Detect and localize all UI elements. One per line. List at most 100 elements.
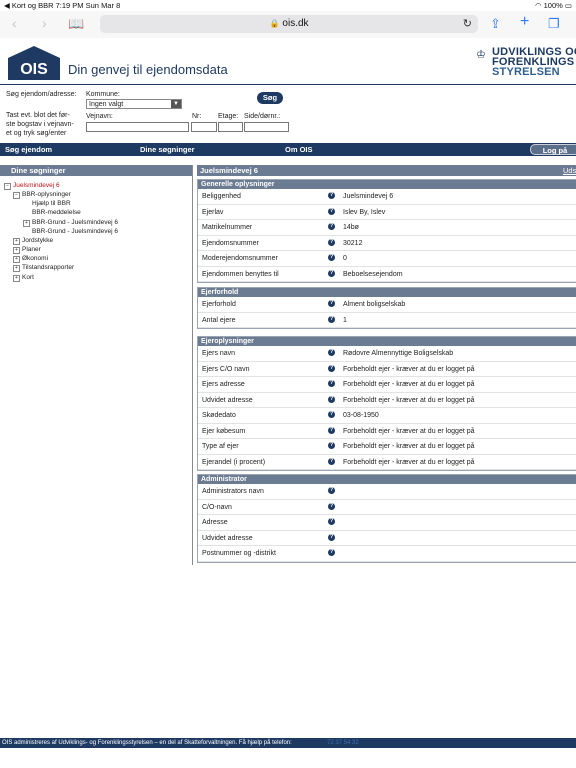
tree-toggle[interactable]: + (13, 247, 20, 254)
logo-text: OIS (20, 61, 48, 78)
vejnavn-input[interactable] (86, 122, 189, 132)
row-value: 14bø (343, 224, 359, 231)
sidebar-title: Dine søgninger (0, 165, 192, 176)
back-icon[interactable]: ‹ (12, 15, 17, 31)
tabs-icon[interactable]: ❐ (548, 16, 560, 32)
tree-label: BBR-oplysninger (22, 191, 71, 198)
help-icon[interactable]: ? (328, 518, 335, 525)
help-icon[interactable]: ? (328, 487, 335, 494)
etage-input[interactable] (218, 122, 243, 132)
tree-label: Juelsmindevej 6 (13, 182, 60, 189)
row-label: Ejerforhold (202, 301, 236, 308)
info-row: Ejers adresse? Forbeholdt ejer - kræver a… (198, 377, 576, 393)
tree-item[interactable]: − Juelsmindevej 6 (4, 182, 60, 190)
row-label: Skødedato (202, 412, 236, 419)
row-label: Ejendomsnummer (202, 239, 259, 247)
tree-toggle[interactable]: − (13, 192, 20, 199)
row-label: Antal ejere (202, 316, 236, 324)
sidebar-divider (192, 165, 193, 565)
kommune-select[interactable]: Ingen valgt ▼ (86, 99, 182, 109)
tree-toggle[interactable]: + (23, 220, 30, 227)
tree-item[interactable]: + Økonomi (13, 255, 48, 263)
tree-item[interactable]: + Kort (13, 274, 34, 282)
info-row: Skødedato? 03-08-1950 (198, 408, 576, 424)
property-title: Juelsmindevej 6 (200, 166, 258, 175)
tree-item[interactable]: BBR-meddelelse (32, 209, 81, 216)
new-tab-icon[interactable]: + (520, 13, 529, 31)
help-icon[interactable]: ? (328, 395, 335, 403)
print-link[interactable]: Uds (563, 165, 576, 176)
tree-item[interactable]: Hjælp til BBR (32, 200, 71, 207)
help-icon[interactable]: ? (328, 442, 335, 449)
tree-item[interactable]: + BBR-Grund - Juelsmindevej 6 (23, 219, 118, 227)
help-icon[interactable]: ? (328, 502, 335, 510)
info-row: Beliggenhed? Juelsmindevej 6 (198, 189, 576, 205)
row-label: Adresse (202, 519, 228, 526)
help-icon[interactable]: ? (328, 349, 335, 356)
reload-icon[interactable]: ↻ (463, 17, 472, 30)
tree-toggle[interactable]: + (13, 275, 20, 282)
info-row: Ejendommen benyttes til? Beboelsesejendom (198, 267, 576, 282)
tree-toggle[interactable]: + (13, 265, 20, 272)
help-icon[interactable]: ? (328, 238, 335, 246)
help-icon[interactable]: ? (328, 380, 335, 387)
row-label: Moderejendomsnummer (202, 255, 278, 262)
menu-om-ois[interactable]: Om OIS (285, 145, 313, 154)
address-bar[interactable]: 🔒 ois.dk ↻ (100, 15, 478, 33)
section-ejerforhold: Ejerforhold Ejerforhold? Alment boligsels… (197, 287, 576, 329)
help-icon[interactable]: ? (328, 269, 335, 277)
help-icon[interactable]: ? (328, 426, 335, 434)
footer-phone-link[interactable]: 72 37 54 32 (327, 738, 359, 748)
search-button[interactable]: Søg (257, 92, 283, 104)
nr-input[interactable] (191, 122, 217, 132)
tree-item[interactable]: + Planer (13, 246, 41, 254)
help-icon[interactable]: ? (328, 457, 335, 465)
help-icon[interactable]: ? (328, 549, 335, 556)
side-label: Side/dørnr.: (244, 113, 281, 120)
wifi-icon: ◠ (534, 1, 544, 10)
help-icon[interactable]: ? (328, 411, 335, 418)
info-row: Ejerandel (i procent)? Forbeholdt ejer - … (198, 455, 576, 470)
help-icon[interactable]: ? (328, 364, 335, 372)
info-row: Adresse? (198, 515, 576, 531)
row-value: Beboelsesejendom (343, 270, 403, 278)
help-icon[interactable]: ? (328, 254, 335, 261)
row-value: Forbeholdt ejer - kræver at du er logget… (343, 443, 475, 450)
help-icon[interactable]: ? (328, 533, 335, 541)
help-icon[interactable]: ? (328, 223, 335, 230)
help-icon[interactable]: ? (328, 207, 335, 215)
forward-icon[interactable]: › (42, 15, 47, 31)
section-administrator: Administrator Administrators navn? C/O-n… (197, 474, 576, 563)
tree-label: Jordstykke (22, 237, 54, 244)
share-icon[interactable]: ⇪ (490, 16, 501, 32)
menu-sog-ejendom[interactable]: Søg ejendom (5, 145, 52, 154)
ois-logo[interactable]: OIS (6, 44, 62, 80)
side-input[interactable] (244, 122, 289, 132)
tree-item[interactable]: − BBR-oplysninger (13, 191, 71, 199)
etage-label: Etage: (218, 113, 239, 120)
tree-item[interactable]: + Tilstandsrapporter (13, 264, 74, 272)
tree-toggle[interactable]: + (13, 238, 20, 245)
tree-label: BBR-meddelelse (32, 209, 81, 216)
help-icon[interactable]: ? (328, 192, 335, 199)
row-label: Udvidet adresse (202, 534, 253, 542)
bookmarks-icon[interactable]: 📖 (68, 16, 84, 32)
help-icon[interactable]: ? (328, 315, 335, 323)
row-value: 1 (343, 316, 347, 324)
section-title: Administrator (198, 475, 576, 484)
row-label: Ejerandel (i procent) (202, 458, 266, 466)
tree-item[interactable]: BBR-Grund - Juelsmindevej 6 (32, 228, 118, 235)
row-value: Rødovre Almennyttige Boligselskab (343, 350, 454, 357)
info-row: Administrators navn? (198, 484, 576, 500)
tree-label: Økonomi (22, 255, 49, 262)
tree-toggle[interactable]: + (13, 256, 20, 263)
tree-item[interactable]: + Jordstykke (13, 237, 53, 245)
tree-toggle[interactable]: − (4, 183, 11, 190)
row-label: Matrikelnummer (202, 224, 253, 231)
row-label: Ejers navn (202, 350, 236, 357)
login-button[interactable]: Log på (530, 144, 576, 155)
menu-dine-sogninger[interactable]: Dine søgninger (140, 145, 195, 154)
row-label: Ejendommen benyttes til (202, 270, 279, 278)
row-label: C/O-navn (202, 503, 232, 511)
help-icon[interactable]: ? (328, 300, 335, 307)
